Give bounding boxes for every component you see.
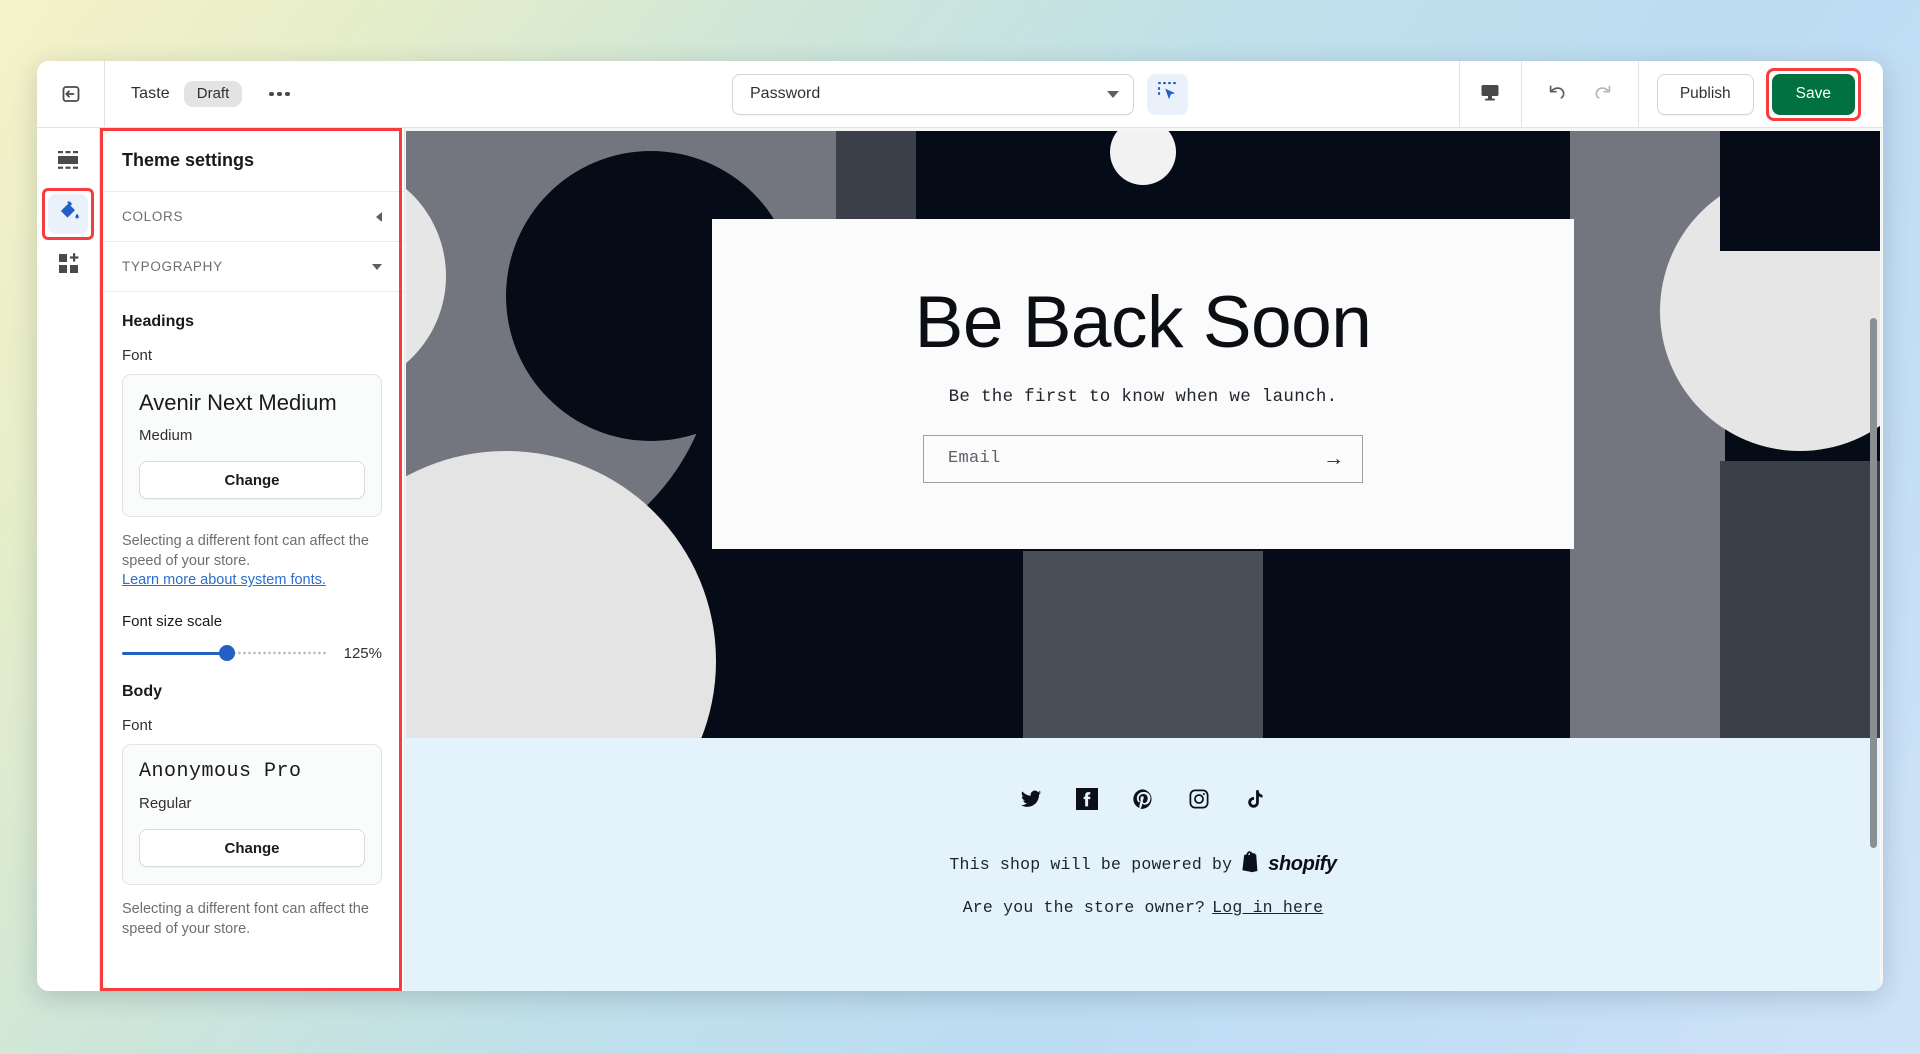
preview-footer: This shop will be powered by shopify Are… bbox=[406, 738, 1880, 991]
email-signup-field[interactable]: Email → bbox=[923, 434, 1363, 483]
system-fonts-link[interactable]: Learn more about system fonts. bbox=[122, 572, 326, 588]
theme-name: Taste bbox=[131, 85, 170, 102]
pinterest-icon[interactable] bbox=[1132, 788, 1154, 810]
redo-button[interactable] bbox=[1584, 75, 1622, 113]
headings-font-weight: Medium bbox=[139, 427, 193, 445]
rail-item-sections[interactable] bbox=[48, 142, 88, 182]
bg-shape-dark-corner-right bbox=[1720, 131, 1880, 251]
rail-item-theme-settings[interactable] bbox=[42, 188, 94, 240]
headings-font-name: Avenir Next Medium bbox=[139, 390, 337, 415]
body-help-text: Selecting a different font can affect th… bbox=[122, 901, 369, 938]
headings-font-card: Avenir Next Medium Medium Change bbox=[122, 374, 382, 518]
body-font-label: Font bbox=[122, 717, 153, 735]
bg-shape-gray-block-bottom bbox=[1023, 551, 1263, 738]
preview-scrollbar[interactable] bbox=[1870, 318, 1877, 848]
social-links bbox=[1020, 788, 1266, 810]
save-button-wrapper: Save bbox=[1765, 67, 1861, 121]
headings-group-title: Headings bbox=[122, 313, 195, 330]
font-size-scale-value: 125% bbox=[343, 644, 382, 662]
shopify-wordmark: shopify bbox=[1268, 853, 1337, 875]
hero-subtitle: Be the first to know when we launch. bbox=[948, 386, 1338, 407]
primary-actions: Publish Save bbox=[1639, 67, 1883, 121]
shopify-bag-icon bbox=[1239, 850, 1261, 879]
store-owner-text: Are you the store owner? bbox=[962, 898, 1206, 917]
powered-by-line: This shop will be powered by shopify bbox=[949, 850, 1337, 879]
sidebar-section-typography[interactable]: TYPOGRAPHY bbox=[100, 242, 404, 292]
chevron-left-icon bbox=[376, 211, 382, 222]
page-selector-group: Password bbox=[732, 73, 1188, 115]
body-font-name: Anonymous Pro bbox=[139, 760, 302, 784]
email-input[interactable]: Email bbox=[948, 449, 1323, 468]
history-controls bbox=[1520, 61, 1639, 128]
more-options-icon[interactable] bbox=[262, 79, 296, 109]
powered-by-text: This shop will be powered by bbox=[949, 855, 1233, 874]
hero-title: Be Back Soon bbox=[914, 281, 1372, 363]
instagram-icon[interactable] bbox=[1188, 788, 1210, 810]
body-font-card: Anonymous Pro Regular Change bbox=[122, 744, 382, 886]
bg-shape-white-dot-top bbox=[1110, 131, 1176, 185]
sidebar-section-colors-label: COLORS bbox=[122, 209, 184, 224]
theme-editor-window: Taste Draft Password Publish Save Theme … bbox=[37, 61, 1883, 991]
save-button[interactable]: Save bbox=[1771, 73, 1855, 115]
sidebar-section-typography-label: TYPOGRAPHY bbox=[122, 259, 223, 274]
tiktok-icon[interactable] bbox=[1244, 788, 1266, 810]
exit-editor-button[interactable] bbox=[37, 61, 105, 128]
undo-button[interactable] bbox=[1538, 75, 1576, 113]
device-preview-button[interactable] bbox=[1458, 61, 1521, 128]
font-size-scale-label: Font size scale bbox=[122, 613, 223, 631]
store-preview: Be Back Soon Be the first to know when w… bbox=[405, 128, 1883, 991]
preview-frame: Be Back Soon Be the first to know when w… bbox=[406, 131, 1880, 991]
password-card: Be Back Soon Be the first to know when w… bbox=[712, 219, 1574, 549]
redo-icon bbox=[1591, 80, 1615, 109]
body-group-title: Body bbox=[122, 683, 162, 701]
headings-change-font-button[interactable]: Change bbox=[139, 461, 365, 500]
select-inspect-button[interactable] bbox=[1147, 73, 1188, 115]
theme-settings-paint-icon bbox=[56, 199, 81, 229]
apps-icon bbox=[57, 252, 80, 280]
undo-icon bbox=[1545, 80, 1569, 109]
status-badge: Draft bbox=[183, 81, 243, 107]
toolbar-right: Publish Save bbox=[1458, 61, 1883, 128]
theme-identity: Taste Draft bbox=[105, 79, 296, 109]
sidebar-scroll-area[interactable]: Theme settings COLORS TYPOGRAPHY Heading… bbox=[100, 128, 404, 991]
page-select-value: Password bbox=[750, 85, 821, 102]
bg-shape-light-block bbox=[406, 587, 606, 738]
chevron-down-icon bbox=[372, 263, 382, 270]
typography-settings: Headings Font Avenir Next Medium Medium … bbox=[100, 313, 404, 959]
font-size-scale-row: 125% bbox=[122, 644, 382, 662]
publish-button[interactable]: Publish bbox=[1656, 73, 1754, 115]
body-font-weight: Regular bbox=[139, 795, 192, 813]
desktop-preview-icon bbox=[1479, 81, 1501, 108]
rail-item-apps[interactable] bbox=[48, 246, 88, 286]
arrow-right-icon[interactable]: → bbox=[1323, 448, 1344, 469]
password-page-hero: Be Back Soon Be the first to know when w… bbox=[406, 131, 1880, 738]
twitter-icon[interactable] bbox=[1020, 788, 1042, 810]
select-inspect-icon bbox=[1157, 81, 1178, 107]
sections-icon bbox=[56, 149, 80, 176]
back-arrow-icon bbox=[60, 83, 82, 105]
bg-shape-dark-lower-right bbox=[1720, 461, 1880, 738]
sidebar-section-colors[interactable]: COLORS bbox=[100, 192, 404, 242]
chevron-down-icon bbox=[1107, 90, 1119, 98]
editor-body: Theme settings COLORS TYPOGRAPHY Heading… bbox=[37, 128, 1883, 991]
page-select[interactable]: Password bbox=[732, 73, 1134, 115]
headings-help-text: Selecting a different font can affect th… bbox=[122, 533, 369, 570]
font-size-scale-slider[interactable] bbox=[122, 644, 327, 662]
store-owner-line: Are you the store owner? Log in here bbox=[963, 898, 1324, 917]
page-title: Theme settings bbox=[100, 128, 404, 192]
top-toolbar: Taste Draft Password Publish Save bbox=[37, 61, 1883, 128]
slider-knob[interactable] bbox=[218, 645, 235, 662]
left-icon-rail bbox=[37, 128, 100, 991]
headings-font-label: Font bbox=[122, 347, 153, 364]
facebook-icon[interactable] bbox=[1076, 788, 1098, 810]
login-link[interactable]: Log in here bbox=[1212, 898, 1323, 917]
body-change-font-button[interactable]: Change bbox=[139, 829, 365, 868]
theme-settings-sidebar: Theme settings COLORS TYPOGRAPHY Heading… bbox=[100, 128, 405, 991]
